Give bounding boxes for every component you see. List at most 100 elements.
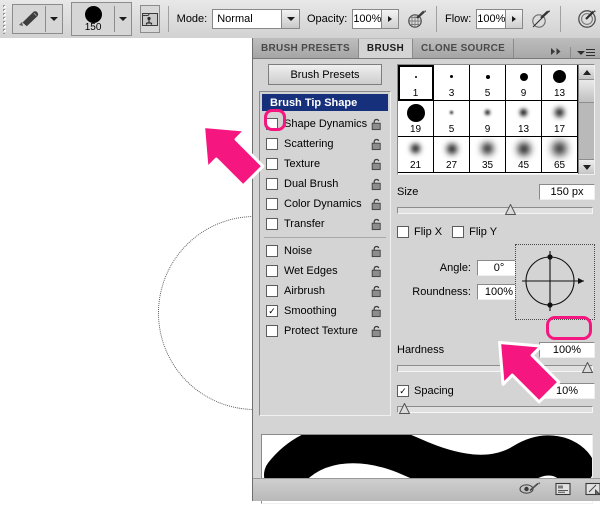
hardness-slider[interactable] xyxy=(397,361,594,374)
brush-tip-cell[interactable]: 65 xyxy=(542,137,578,173)
shape-dynamics-checkbox[interactable] xyxy=(266,118,278,130)
color-dynamics-checkbox[interactable] xyxy=(266,198,278,210)
double-chevron-right-icon[interactable] xyxy=(550,47,564,58)
tool-preset-picker[interactable] xyxy=(12,4,64,34)
brush-tool-icon[interactable] xyxy=(13,6,45,32)
toggle-brush-panel-icon[interactable] xyxy=(140,5,161,33)
flip-x-option[interactable]: Flip X xyxy=(397,226,442,238)
lock-icon[interactable] xyxy=(371,285,383,301)
brush-grid-scrollbar[interactable] xyxy=(578,65,594,174)
list-item-wet-edges[interactable]: Wet Edges xyxy=(260,261,390,281)
spacing-slider-handle[interactable] xyxy=(398,402,411,414)
dual-brush-checkbox[interactable] xyxy=(266,178,278,190)
pressure-opacity-icon[interactable] xyxy=(406,6,428,32)
brush-tip-cell[interactable]: 13 xyxy=(506,101,542,137)
panel-menu-icon[interactable] xyxy=(577,48,595,57)
brush-presets-button[interactable]: Brush Presets xyxy=(268,64,382,85)
lock-icon[interactable] xyxy=(371,245,383,261)
list-item-airbrush[interactable]: Airbrush xyxy=(260,281,390,301)
texture-checkbox[interactable] xyxy=(266,158,278,170)
brush-tip-cell[interactable]: 19 xyxy=(398,101,434,137)
brush-tip-cell[interactable]: 21 xyxy=(398,137,434,173)
list-item-brush-tip-shape[interactable]: Brush Tip Shape xyxy=(262,94,388,111)
protect-texture-checkbox[interactable] xyxy=(266,325,278,337)
lock-icon[interactable] xyxy=(371,178,383,194)
blend-mode-select[interactable]: Normal xyxy=(212,9,301,29)
options-bar-grip[interactable] xyxy=(2,4,8,34)
spacing-value-field[interactable]: 10% xyxy=(539,383,595,399)
list-item-dual-brush[interactable]: Dual Brush xyxy=(260,174,390,194)
pressure-flow-icon[interactable] xyxy=(530,6,552,32)
list-item-transfer[interactable]: Transfer xyxy=(260,214,390,234)
spacing-checkbox[interactable]: ✓ xyxy=(397,385,409,397)
scroll-up-arrow-icon[interactable] xyxy=(579,65,594,80)
hardness-slider-handle[interactable] xyxy=(581,361,594,373)
flip-x-checkbox[interactable] xyxy=(397,226,409,238)
scattering-checkbox[interactable] xyxy=(266,138,278,150)
lock-icon[interactable] xyxy=(371,305,383,321)
lock-icon[interactable] xyxy=(371,218,383,234)
airbrush-checkbox[interactable] xyxy=(266,285,278,297)
list-item-scattering[interactable]: Scattering xyxy=(260,134,390,154)
document-canvas[interactable] xyxy=(0,38,352,501)
flow-input[interactable]: 100% xyxy=(476,9,524,29)
opacity-flyout-arrow-icon[interactable] xyxy=(381,10,399,28)
lock-icon[interactable] xyxy=(371,118,383,134)
delete-brush-icon[interactable] xyxy=(585,482,600,499)
brush-tip-cell[interactable]: 1 xyxy=(398,65,434,101)
brush-tip-cell[interactable]: 35 xyxy=(470,137,506,173)
transfer-checkbox[interactable] xyxy=(266,218,278,230)
size-slider-track[interactable] xyxy=(397,207,593,214)
lock-icon[interactable] xyxy=(371,138,383,154)
size-slider-handle[interactable] xyxy=(504,203,517,215)
list-item-shape-dynamics[interactable]: Shape Dynamics xyxy=(260,114,390,134)
tab-brush-presets[interactable]: BRUSH PRESETS xyxy=(253,39,359,58)
flip-y-checkbox[interactable] xyxy=(452,226,465,238)
opacity-input[interactable]: 100% xyxy=(352,9,400,29)
airbrush-icon[interactable] xyxy=(576,6,600,32)
create-new-brush-preset-icon[interactable] xyxy=(555,482,571,499)
brush-tip-cell[interactable]: 27 xyxy=(434,137,470,173)
list-item-noise[interactable]: Noise xyxy=(260,241,390,261)
size-value-field[interactable]: 150 px xyxy=(539,184,595,200)
brush-tip-preview-icon[interactable]: 150 xyxy=(72,4,115,34)
brush-preset-picker[interactable]: 150 xyxy=(71,2,133,36)
tool-preset-chevron-down-icon[interactable] xyxy=(46,6,62,32)
brush-tip-cell[interactable]: 3 xyxy=(434,65,470,101)
smoothing-checkbox[interactable]: ✓ xyxy=(266,305,278,317)
flip-y-option[interactable]: Flip Y xyxy=(452,226,497,238)
blend-mode-chevron-down-icon[interactable] xyxy=(281,10,300,28)
tab-clone-source[interactable]: CLONE SOURCE xyxy=(412,39,515,58)
flow-flyout-arrow-icon[interactable] xyxy=(505,10,523,28)
list-item-texture[interactable]: Texture xyxy=(260,154,390,174)
brush-tip-cell[interactable]: 9 xyxy=(470,101,506,137)
spacing-slider[interactable] xyxy=(397,402,593,415)
brush-tip-cell[interactable]: 13 xyxy=(542,65,578,101)
scrollbar-track[interactable] xyxy=(579,103,594,159)
lock-icon[interactable] xyxy=(371,158,383,174)
lock-icon[interactable] xyxy=(371,198,383,214)
brush-tip-cell[interactable]: 5 xyxy=(434,101,470,137)
brush-tip-grid[interactable]: 1 3 5 9 13 19 5 9 13 17 21 27 35 45 65 xyxy=(397,64,595,175)
toggle-live-tip-brush-preview-icon[interactable] xyxy=(519,481,541,499)
list-item-protect-texture[interactable]: Protect Texture xyxy=(260,321,390,341)
noise-checkbox[interactable] xyxy=(266,245,278,257)
brush-tip-cell[interactable]: 45 xyxy=(506,137,542,173)
list-item-smoothing[interactable]: ✓ Smoothing xyxy=(260,301,390,321)
list-item-color-dynamics[interactable]: Color Dynamics xyxy=(260,194,390,214)
lock-icon[interactable] xyxy=(371,265,383,281)
brush-tip-cell[interactable]: 9 xyxy=(506,65,542,101)
brush-tip-cell[interactable]: 17 xyxy=(542,101,578,137)
hardness-value-field[interactable]: 100% xyxy=(539,342,595,358)
size-slider[interactable] xyxy=(397,203,593,216)
brush-preset-chevron-down-icon[interactable] xyxy=(115,6,131,32)
scrollbar-thumb[interactable] xyxy=(579,80,594,103)
tab-brush[interactable]: BRUSH xyxy=(358,39,413,58)
lock-icon[interactable] xyxy=(371,325,383,341)
brush-settings-listbox[interactable]: Brush Tip Shape Shape Dynamics Scatterin… xyxy=(259,91,391,416)
wet-edges-checkbox[interactable] xyxy=(266,265,278,277)
brush-tip-cell[interactable]: 5 xyxy=(470,65,506,101)
brush-angle-dial-icon[interactable] xyxy=(515,244,595,320)
spacing-slider-track[interactable] xyxy=(397,406,593,413)
scroll-down-arrow-icon[interactable] xyxy=(579,159,594,174)
